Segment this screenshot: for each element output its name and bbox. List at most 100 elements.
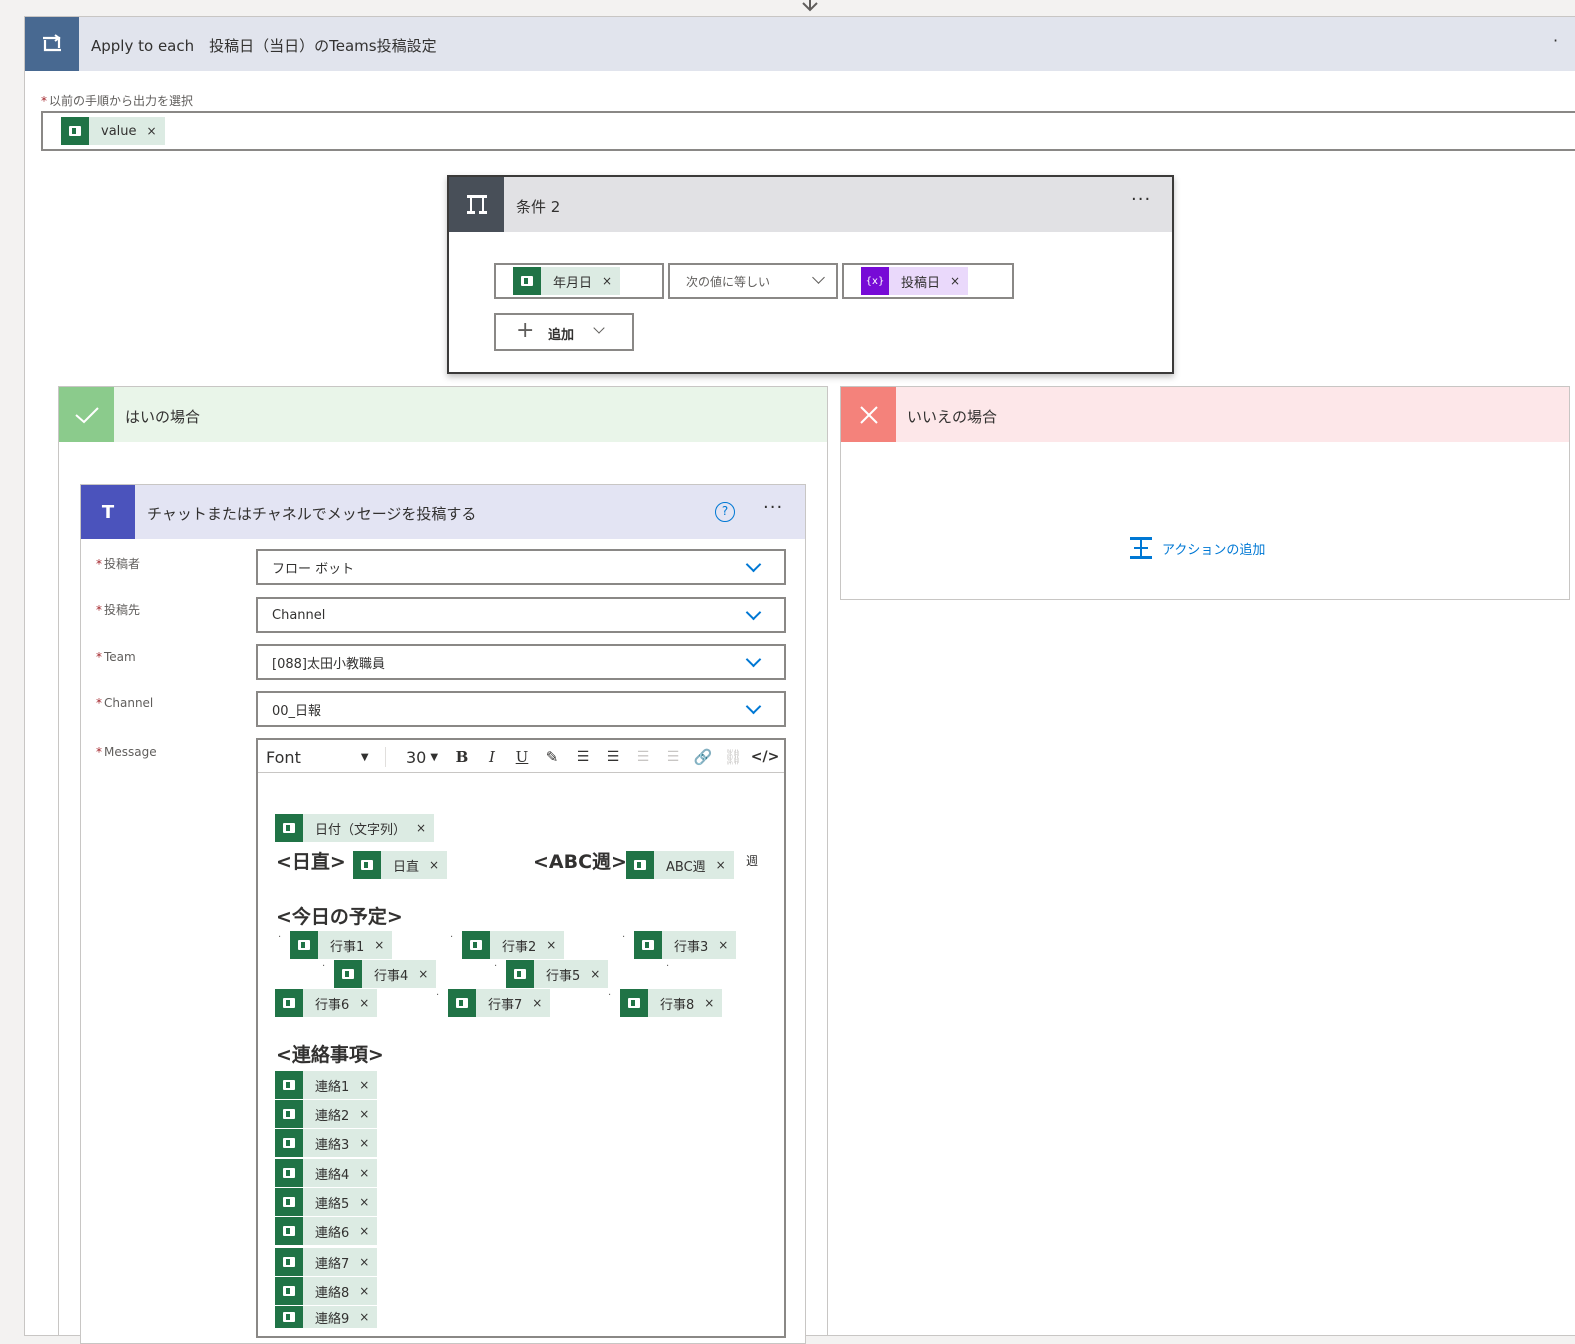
apply-to-each-header[interactable]: Apply to each 投稿日（当日）のTeams投稿設定 · [25, 17, 1575, 71]
duty-token[interactable]: 日直 × [353, 851, 448, 879]
notice-8-token[interactable]: 連絡8 × [275, 1277, 378, 1305]
notice-4-token[interactable]: 連絡4 × [275, 1159, 378, 1187]
remove-token-icon[interactable]: × [546, 938, 564, 952]
condition-operator-dropdown[interactable]: 次の値に等しい [668, 263, 838, 299]
notice-9-token[interactable]: 連絡9 × [275, 1306, 378, 1328]
notice-7-token[interactable]: 連絡7 × [275, 1248, 378, 1276]
event-4-token[interactable]: 行事4 × [334, 960, 437, 988]
remove-token-icon[interactable]: × [359, 1195, 377, 1209]
italic-button[interactable]: I [482, 747, 502, 767]
remove-token-icon[interactable]: × [359, 1255, 377, 1269]
unlink-icon[interactable]: ⛓ [722, 747, 744, 767]
year-month-day-token[interactable]: 年月日 × [513, 267, 621, 295]
notice-3-token[interactable]: 連絡3 × [275, 1129, 378, 1157]
bullet-dot: · [494, 961, 498, 972]
remove-token-icon[interactable]: × [359, 1107, 377, 1121]
teams-action-title: チャットまたはチャネルでメッセージを投稿する [147, 505, 477, 523]
teams-action-header[interactable]: T チャットまたはチャネルでメッセージを投稿する ? ··· [81, 485, 805, 539]
numbered-list-icon[interactable]: ☰ [602, 747, 624, 767]
channel-dropdown[interactable]: 00_日報 [256, 691, 786, 727]
notice-6-token[interactable]: 連絡6 × [275, 1217, 378, 1245]
variable-icon: {x} [861, 267, 889, 295]
event-1-token[interactable]: 行事1 × [290, 931, 393, 959]
remove-token-icon[interactable]: × [704, 996, 722, 1010]
remove-token-icon[interactable]: × [590, 967, 608, 981]
no-branch-header[interactable]: いいえの場合 [841, 387, 1569, 442]
add-action-icon [1130, 537, 1152, 559]
remove-token-icon[interactable]: × [359, 1224, 377, 1238]
code-view-icon[interactable]: </> [751, 747, 780, 767]
notice-1-token[interactable]: 連絡1 × [275, 1071, 378, 1099]
no-branch-title: いいえの場合 [907, 408, 998, 426]
excel-icon [462, 931, 490, 959]
remove-token-icon[interactable]: × [418, 967, 436, 981]
remove-token-icon[interactable]: × [716, 858, 734, 872]
increase-indent-icon[interactable]: ☰ [662, 747, 684, 767]
remove-token-icon[interactable]: × [359, 996, 377, 1010]
select-output-label: * 以前の手順から出力を選択 [41, 94, 194, 108]
caret-down-icon: ▼ [430, 751, 439, 763]
post-in-dropdown[interactable]: Channel [256, 597, 786, 633]
select-output-input[interactable]: value × [41, 111, 1575, 151]
underline-button[interactable]: U [512, 747, 532, 767]
date-string-token[interactable]: 日付（文字列） × [275, 814, 435, 842]
notice-2-token[interactable]: 連絡2 × [275, 1100, 378, 1128]
condition-right-operand[interactable]: {x} 投稿日 × [842, 263, 1014, 299]
event-8-token[interactable]: 行事8 × [620, 989, 723, 1017]
caret-down-icon: ▼ [360, 751, 369, 763]
remove-token-icon[interactable]: × [950, 274, 968, 288]
more-options-icon[interactable]: ··· [763, 497, 783, 518]
remove-token-icon[interactable]: × [359, 1136, 377, 1150]
add-action-link[interactable]: アクションの追加 [1128, 535, 1265, 561]
add-condition-button[interactable]: + 追加 [494, 313, 634, 351]
bold-button[interactable]: B [452, 747, 472, 767]
value-token[interactable]: value × [61, 117, 165, 145]
remove-token-icon[interactable]: × [147, 124, 165, 138]
notice-heading: <連絡事項> [276, 1044, 384, 1066]
link-icon[interactable]: 🔗 [692, 747, 714, 767]
remove-token-icon[interactable]: × [532, 996, 550, 1010]
duty-heading: <日直> [276, 851, 346, 873]
excel-icon [506, 960, 534, 988]
excel-icon [275, 1071, 303, 1099]
condition-header[interactable]: 条件 2 ··· [449, 177, 1172, 232]
more-options-icon[interactable]: · [1553, 31, 1558, 50]
help-icon[interactable]: ? [715, 502, 735, 522]
bullet-dot: · [608, 990, 612, 1001]
event-6-token[interactable]: 行事6 × [275, 989, 378, 1017]
excel-icon [275, 1306, 303, 1328]
remove-token-icon[interactable]: × [359, 1078, 377, 1092]
remove-token-icon[interactable]: × [416, 821, 434, 835]
team-dropdown[interactable]: [088]太田小教職員 [256, 644, 786, 680]
event-7-token[interactable]: 行事7 × [448, 989, 551, 1017]
remove-token-icon[interactable]: × [359, 1284, 377, 1298]
remove-token-icon[interactable]: × [359, 1166, 377, 1180]
font-dropdown[interactable]: Font ▼ [266, 747, 386, 767]
remove-token-icon[interactable]: × [429, 858, 447, 872]
remove-token-icon[interactable]: × [718, 938, 736, 952]
bullet-dot: · [450, 932, 454, 943]
event-5-token[interactable]: 行事5 × [506, 960, 609, 988]
notice-5-token[interactable]: 連絡5 × [275, 1188, 378, 1216]
excel-icon [275, 1217, 303, 1245]
event-2-token[interactable]: 行事2 × [462, 931, 565, 959]
message-label: * Message [96, 745, 157, 759]
remove-token-icon[interactable]: × [374, 938, 392, 952]
remove-token-icon[interactable]: × [602, 274, 620, 288]
remove-token-icon[interactable]: × [359, 1310, 377, 1324]
abc-week-token[interactable]: ABC週 × [626, 851, 734, 879]
close-icon [841, 387, 896, 442]
condition-left-operand[interactable]: 年月日 × [494, 263, 664, 299]
event-3-token[interactable]: 行事3 × [634, 931, 737, 959]
pen-icon[interactable]: ✎ [542, 747, 562, 767]
excel-icon [620, 989, 648, 1017]
font-size-dropdown[interactable]: 30 ▼ [400, 747, 444, 767]
decrease-indent-icon[interactable]: ☰ [632, 747, 654, 767]
post-as-dropdown[interactable]: フロー ボット [256, 549, 786, 585]
post-date-token[interactable]: {x} 投稿日 × [861, 267, 969, 295]
bullet-dot: · [278, 932, 282, 943]
yes-branch-header[interactable]: はいの場合 [59, 387, 827, 442]
excel-icon [275, 1159, 303, 1187]
bullet-list-icon[interactable]: ☰ [572, 747, 594, 767]
more-options-icon[interactable]: ··· [1131, 189, 1151, 210]
